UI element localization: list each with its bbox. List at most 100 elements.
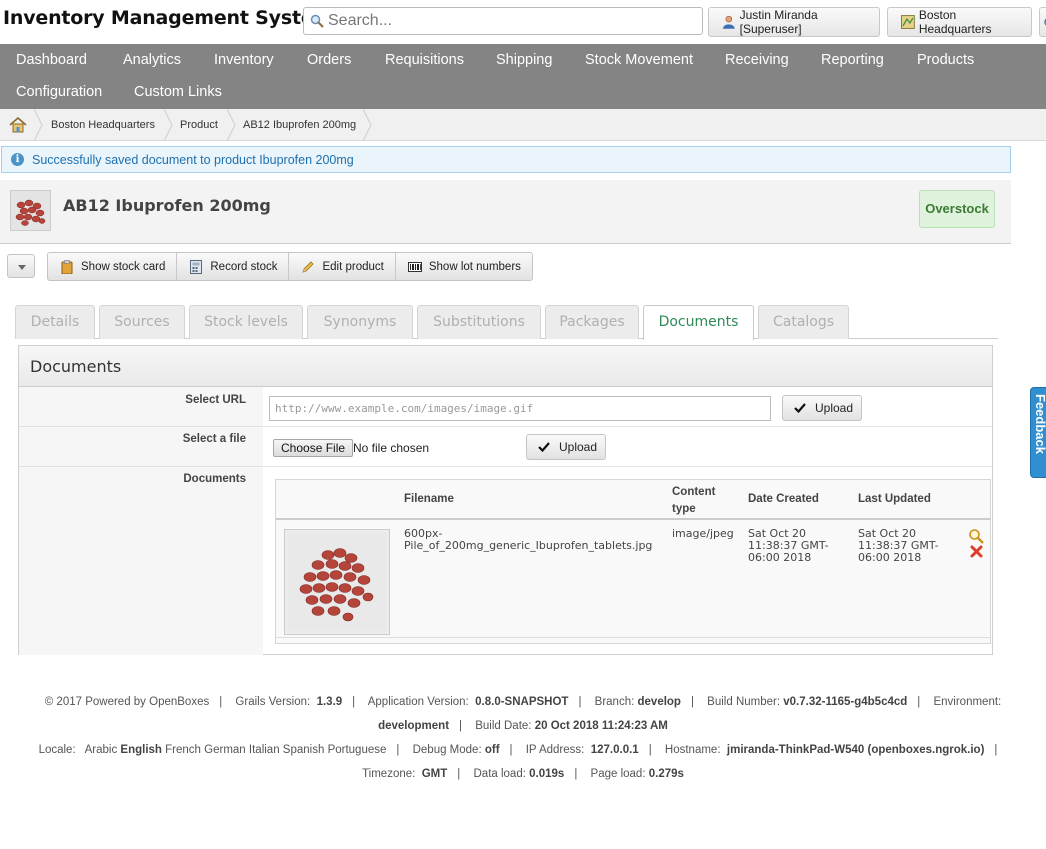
breadcrumb-location[interactable]: Boston Headquarters: [51, 109, 155, 141]
show-lot-numbers-button[interactable]: Show lot numbers: [396, 253, 532, 280]
nav-products[interactable]: Products: [917, 52, 974, 68]
breadcrumb-separator: [163, 109, 173, 141]
data-load: 0.019s: [529, 768, 565, 780]
record-stock-button[interactable]: Record stock: [177, 253, 290, 280]
product-name: AB12 Ibuprofen 200mg: [63, 196, 271, 215]
footer-line-2: development | Build Date: 20 Oct 2018 11:…: [378, 720, 668, 732]
copyright: © 2017 Powered by OpenBoxes: [44, 696, 210, 708]
success-message: i Successfully saved document to product…: [1, 146, 1011, 173]
tablets-image: [11, 191, 50, 230]
column-header-content-type: Content type: [672, 484, 715, 518]
nav-shipping[interactable]: Shipping: [496, 52, 552, 68]
feedback-label: Feedback: [1033, 394, 1046, 454]
product-thumbnail[interactable]: [10, 190, 51, 231]
filename-line: Pile_of_200mg_generic_Ibuprofen_tablets.…: [404, 539, 653, 552]
user-label: Justin Miranda [Superuser]: [739, 8, 818, 36]
nav-analytics[interactable]: Analytics: [123, 52, 181, 68]
show-stock-card-label: Show stock card: [81, 260, 166, 273]
info-icon: i: [11, 153, 24, 166]
nav-custom-links[interactable]: Custom Links: [134, 84, 222, 100]
debug-mode: off: [484, 744, 500, 756]
choose-file-button[interactable]: Choose File: [273, 439, 354, 457]
grails-label: Grails Version:: [235, 696, 311, 708]
upload-file-label: Upload: [559, 440, 598, 454]
edit-product-button[interactable]: Edit product: [289, 253, 396, 280]
column-header-date-created: Date Created: [748, 493, 819, 505]
url-input[interactable]: [269, 396, 771, 421]
tab-catalogs[interactable]: Catalogs: [758, 305, 849, 339]
last-updated-cell: Sat Oct 20 11:38:37 GMT- 06:00 2018: [858, 528, 939, 564]
branch-label: Branch:: [594, 696, 635, 708]
tab-substitutions[interactable]: Substitutions: [417, 305, 541, 339]
search-box[interactable]: [303, 7, 703, 35]
actions-dropdown-button[interactable]: [7, 254, 35, 278]
documents-table: Filename Content type Date Created Last …: [275, 479, 991, 644]
nav-orders[interactable]: Orders: [307, 52, 351, 68]
user-menu-button[interactable]: Justin Miranda [Superuser]: [708, 7, 880, 37]
content-type-cell: image/jpeg: [672, 527, 734, 540]
nav-requisitions[interactable]: Requisitions: [385, 52, 464, 68]
locale-arabic[interactable]: Arabic: [85, 744, 118, 756]
last-updated-line: 06:00 2018: [858, 551, 922, 564]
nav-receiving[interactable]: Receiving: [725, 52, 789, 68]
locale-german[interactable]: German: [204, 744, 246, 756]
data-load-label: Data load:: [473, 768, 526, 780]
debug-label: Debug Mode:: [412, 744, 482, 756]
locale-portuguese[interactable]: Portuguese: [328, 744, 387, 756]
nav-inventory[interactable]: Inventory: [214, 52, 274, 68]
location-label: Boston Headquarters: [918, 8, 992, 36]
document-thumbnail[interactable]: [284, 529, 390, 635]
footer-line-4: Timezone: GMT | Data load: 0.019s | Page l…: [362, 768, 684, 780]
nav-dashboard[interactable]: Dashboard: [16, 52, 87, 68]
tab-documents[interactable]: Documents: [643, 305, 754, 340]
upload-url-button[interactable]: Upload: [782, 395, 862, 421]
location-button[interactable]: Boston Headquarters: [887, 7, 1032, 37]
documents-label: Documents: [183, 473, 246, 485]
nav-reporting[interactable]: Reporting: [821, 52, 884, 68]
nav-configuration[interactable]: Configuration: [16, 84, 102, 100]
breadcrumb-current[interactable]: AB12 Ibuprofen 200mg: [243, 109, 356, 141]
tab-details[interactable]: Details: [15, 305, 95, 339]
timezone: GMT: [421, 768, 448, 780]
nav-stock-movement[interactable]: Stock Movement: [585, 52, 693, 68]
upload-url-label: Upload: [815, 401, 854, 415]
build-date: 20 Oct 2018 11:24:23 AM: [534, 720, 668, 732]
tab-synonyms[interactable]: Synonyms: [307, 305, 413, 339]
check-icon: [538, 442, 550, 453]
tab-stock-levels[interactable]: Stock levels: [189, 305, 303, 339]
date-created-line: 06:00 2018: [748, 551, 812, 564]
locale-italian[interactable]: Italian: [249, 744, 280, 756]
tab-sources[interactable]: Sources: [99, 305, 185, 339]
page-load: 0.279s: [648, 768, 684, 780]
footer-line-3: Locale: Arabic English French German Ita…: [38, 744, 998, 756]
feedback-tab[interactable]: Feedback: [1030, 387, 1046, 478]
breadcrumb-separator: [33, 109, 43, 141]
ip-label: IP Address:: [525, 744, 585, 756]
no-file-text: No file chosen: [353, 441, 430, 455]
row-divider: [19, 426, 992, 427]
locale-spanish[interactable]: Spanish: [283, 744, 325, 756]
locale-button[interactable]: [1039, 7, 1046, 37]
map-icon: [901, 15, 915, 29]
product-header: AB12 Ibuprofen 200mg Overstock: [0, 180, 1011, 244]
app-title[interactable]: Inventory Management System: [3, 7, 333, 29]
magnifier-icon[interactable]: [968, 528, 984, 544]
home-icon[interactable]: [9, 117, 27, 133]
top-header: Inventory Management System Justin Miran…: [0, 0, 1046, 44]
search-input[interactable]: [328, 11, 688, 31]
breadcrumb-product[interactable]: Product: [180, 109, 218, 141]
build-number: v0.7.32-1165-g4b5c4cd: [783, 696, 908, 708]
clipboard-icon: [61, 259, 73, 274]
show-stock-card-button[interactable]: Show stock card: [48, 253, 178, 280]
locale-english[interactable]: English: [120, 744, 162, 756]
column-header-content-type-line: Content: [672, 486, 716, 498]
hostname: jmiranda-ThinkPad-W540 (openboxes.ngrok.…: [726, 744, 985, 756]
locale-french[interactable]: French: [165, 744, 201, 756]
select-file-label: Select a file: [182, 433, 246, 445]
upload-file-button[interactable]: Upload: [526, 434, 606, 460]
tab-packages[interactable]: Packages: [545, 305, 639, 339]
calculator-icon: [190, 259, 203, 274]
delete-icon[interactable]: [970, 545, 983, 558]
main-nav: Dashboard Analytics Inventory Orders Req…: [0, 44, 1046, 109]
page-load-label: Page load:: [590, 768, 646, 780]
